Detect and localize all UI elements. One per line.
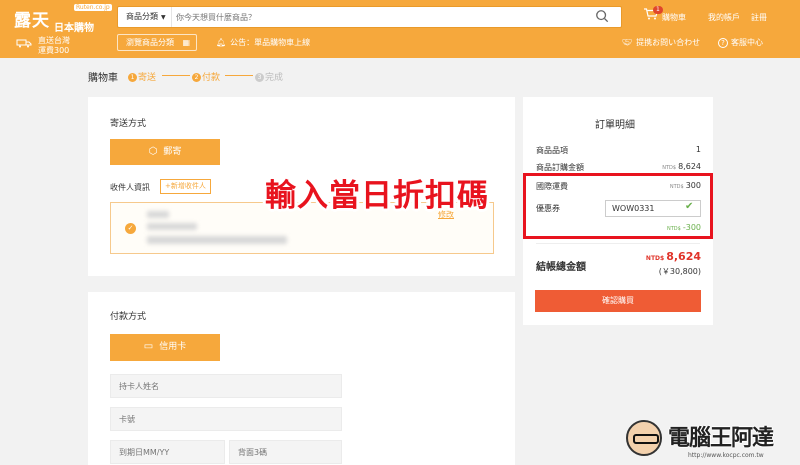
watermark: 電腦王阿達 http://www.kocpc.com.tw — [622, 418, 800, 465]
page-title: 購物車 — [88, 73, 118, 84]
shipping-title: 寄送方式 — [110, 119, 147, 129]
add-receiver-button[interactable]: +新增收件人 — [160, 179, 211, 194]
top-header: 露天 Ruten.co.jp 日本購物 商品分類▼ 1 購物車 我的帳戶 註冊 … — [0, 0, 800, 58]
annotation-text: 輸入當日折扣碼 — [265, 178, 489, 214]
notice-text: 公告：單品購物車上線 — [230, 38, 311, 47]
step-label: 寄送 — [138, 73, 157, 83]
search-button[interactable] — [595, 9, 615, 25]
cart-link[interactable]: 購物車 — [662, 12, 686, 23]
logo-text: 露天 — [14, 11, 50, 31]
browse-categories-button[interactable]: 瀏覽商品分類 ▦ — [117, 34, 197, 51]
item-count-label: 商品品項 — [536, 146, 568, 155]
step-connector — [225, 75, 253, 76]
subtotal: NTD$ 8,624 — [662, 162, 701, 171]
total-currency: NTD$ — [645, 255, 665, 262]
browse-label: 瀏覽商品分類 — [126, 38, 174, 47]
site-logo[interactable]: 露天 Ruten.co.jp 日本購物 — [14, 4, 112, 34]
search-bar: 商品分類 ▼ — [117, 6, 622, 28]
expiry-input[interactable] — [110, 440, 225, 464]
logo-domain: Ruten.co.jp — [74, 4, 112, 11]
watermark-text: 電腦王阿達 — [668, 426, 774, 451]
mail-shipping-button[interactable]: ⬡ 郵寄 — [110, 139, 220, 165]
order-title: 訂單明細 — [595, 120, 635, 131]
watermark-url: http://www.kocpc.com.tw — [688, 452, 764, 459]
coupon-highlight-box — [523, 173, 713, 239]
redacted-phone — [147, 223, 197, 230]
total-jpy: (￥30,800) — [658, 267, 701, 276]
total-value: 8,624 — [666, 250, 701, 263]
total-label: 結帳總金額 — [536, 262, 586, 273]
contact-link[interactable]: 🤝︎ 提携お問い合わせ — [622, 37, 700, 48]
notice[interactable]: 🔔︎ 公告：單品購物車上線 — [216, 37, 310, 48]
search-category-select[interactable]: 商品分類 ▼ — [118, 7, 172, 27]
cardholder-input[interactable] — [110, 374, 342, 398]
search-category-label: 商品分類 — [126, 12, 158, 21]
register-link[interactable]: 註冊 — [751, 12, 767, 23]
credit-card-button[interactable]: ▭ 信用卡 — [110, 334, 220, 361]
customer-service-link[interactable]: ? 客服中心 — [718, 37, 763, 48]
card-number-input[interactable] — [110, 407, 342, 431]
help-icon: ? — [718, 38, 728, 48]
handshake-icon: 🤝︎ — [622, 38, 633, 47]
search-icon — [596, 10, 609, 23]
step-label: 完成 — [265, 73, 284, 83]
check-icon: ✓ — [125, 223, 136, 234]
account-link[interactable]: 我的帳戶 — [708, 12, 740, 23]
mascot-face-icon — [626, 420, 662, 456]
redacted-address — [147, 236, 287, 244]
subtotal-value: 8,624 — [678, 162, 701, 171]
receiver-label: 收件人資訊 — [110, 183, 150, 192]
credit-card-icon: ▭ — [143, 341, 154, 352]
credit-card-label: 信用卡 — [159, 342, 187, 352]
step-connector — [162, 75, 190, 76]
step-payment: 2 付款 — [192, 70, 220, 83]
total: NTD$ 8,624 — [646, 250, 701, 263]
confirm-purchase-button[interactable]: 確認購買 — [535, 290, 701, 312]
item-count-value: 1 — [695, 145, 701, 154]
step-number: 2 — [192, 73, 201, 82]
currency: NTD$ — [662, 165, 677, 171]
truck-icon — [16, 39, 32, 48]
subtotal-label: 商品訂購金額 — [536, 163, 584, 172]
search-input[interactable] — [176, 9, 576, 25]
step-shipping: 1 寄送 — [128, 70, 156, 83]
step-number: 1 — [128, 73, 137, 82]
shipping-promo: 直送台灣 運費300 — [16, 36, 70, 56]
grid-icon: ▦ — [182, 38, 191, 47]
cvv-input[interactable] — [229, 440, 342, 464]
caret-down-icon: ▼ — [161, 14, 166, 21]
mail-label: 郵寄 — [163, 147, 182, 157]
redacted-name — [147, 211, 169, 218]
service-label: 客服中心 — [731, 38, 763, 47]
payment-title: 付款方式 — [110, 312, 147, 322]
logo-sub: 日本購物 — [54, 23, 94, 34]
contact-label: 提携お問い合わせ — [636, 38, 701, 47]
bell-icon: 🔔︎ — [216, 38, 227, 47]
step-complete: 3 完成 — [255, 70, 283, 83]
step-label: 付款 — [202, 73, 221, 83]
step-number: 3 — [255, 73, 264, 82]
box-icon: ⬡ — [148, 146, 158, 157]
divider — [536, 243, 700, 244]
